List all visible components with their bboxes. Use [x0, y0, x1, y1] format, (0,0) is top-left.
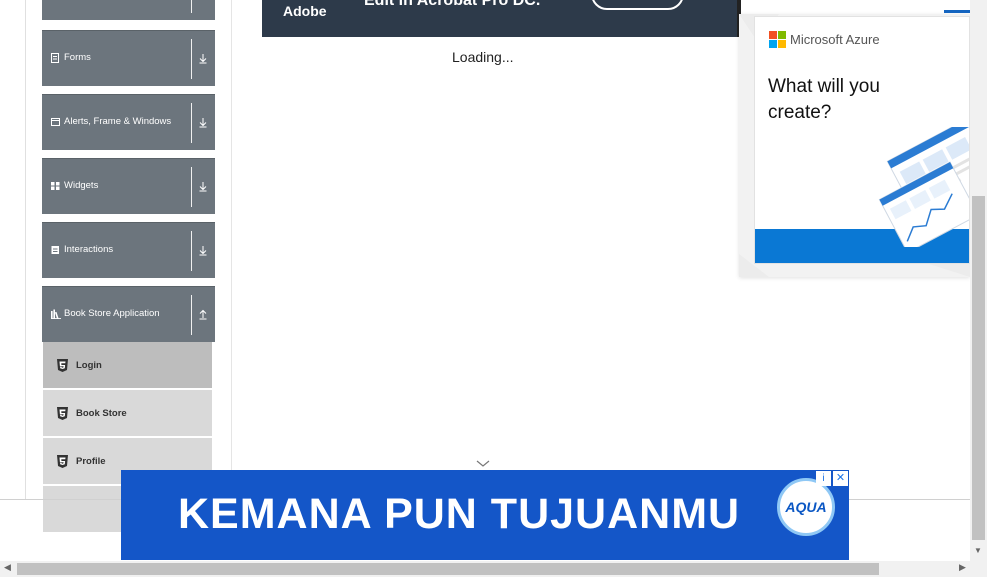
ad-close-icon[interactable]: ✕: [833, 471, 848, 486]
ad-info-icon[interactable]: i: [816, 471, 831, 486]
horizontal-scrollbar-thumb[interactable]: [17, 563, 879, 575]
interactions-icon: [51, 245, 59, 255]
sidebar-group-label: Book Store Application: [64, 308, 160, 319]
group-divider: [191, 103, 192, 143]
scroll-right-arrow-icon[interactable]: ▶: [959, 562, 966, 573]
sidebar-group-forms[interactable]: Forms: [42, 30, 215, 86]
widgets-icon: [51, 181, 60, 191]
adobe-brand: Adobe: [283, 3, 327, 19]
dashboard-illustration: [878, 127, 969, 247]
sidebar-group-label: Interactions: [64, 244, 114, 255]
aqua-logo-text: AQUA: [785, 499, 827, 515]
scroll-left-arrow-icon[interactable]: ◀: [4, 562, 11, 573]
sidebar-group-widgets[interactable]: Widgets: [42, 158, 215, 214]
sidebar-group-alerts[interactable]: Alerts, Frame & Windows: [42, 94, 215, 150]
adobe-ad-banner[interactable]: Adobe Edit in Acrobat Pro DC.: [262, 0, 737, 37]
group-divider: [191, 231, 192, 271]
sidebar-group-interactions[interactable]: Interactions: [42, 222, 215, 278]
sidebar-group-label: Alerts, Frame & Windows: [64, 116, 172, 127]
html5-icon: [57, 455, 68, 468]
html5-icon: [57, 359, 68, 372]
group-divider: [191, 295, 192, 335]
adobe-headline: Edit in Acrobat Pro DC.: [364, 0, 541, 9]
expand-arrow-icon[interactable]: [197, 179, 209, 193]
sidebar-group-book-store[interactable]: Book Store Application: [42, 286, 215, 342]
group-divider: [191, 0, 192, 13]
form-icon: [51, 53, 59, 63]
microsoft-logo-icon: [769, 31, 786, 48]
adobe-cta-button[interactable]: [591, 0, 684, 10]
window-icon: [51, 117, 60, 127]
group-divider: [191, 39, 192, 79]
aqua-logo: AQUA: [777, 478, 835, 536]
loading-text: Loading...: [452, 49, 514, 65]
book-icon: [51, 309, 61, 320]
page-viewport: Forms Alerts, Frame & Windows Widgets In…: [0, 0, 970, 561]
scroll-down-arrow-icon[interactable]: ▼: [974, 546, 982, 555]
azure-ad-card[interactable]: Microsoft Azure What will you create?: [754, 16, 970, 264]
expand-arrow-icon[interactable]: [197, 115, 209, 129]
sidebar-item-label: Book Store: [76, 408, 127, 419]
azure-ad[interactable]: Microsoft Azure What will you create?: [739, 14, 970, 277]
azure-brand: Microsoft Azure: [790, 32, 880, 47]
collapse-arrow-icon[interactable]: [197, 307, 209, 321]
group-divider: [191, 167, 192, 207]
aqua-slogan: KEMANA PUN TUJUANMU: [178, 490, 741, 538]
sidebar-divider: [231, 0, 232, 500]
left-divider: [25, 0, 26, 500]
sidebar-item-book-store[interactable]: Book Store: [43, 390, 212, 437]
expand-arrow-icon[interactable]: [197, 243, 209, 257]
sidebar-group-label: Widgets: [64, 180, 99, 191]
aqua-ad-banner[interactable]: KEMANA PUN TUJUANMU AQUA i ✕: [121, 470, 849, 560]
sidebar-item-label: Profile: [76, 456, 106, 467]
sidebar-group-label: Forms: [64, 52, 91, 63]
azure-tagline: What will you create?: [768, 76, 880, 123]
chevron-down-icon[interactable]: [476, 455, 490, 467]
horizontal-scrollbar[interactable]: ◀ ▶: [0, 561, 987, 577]
vertical-scrollbar-thumb[interactable]: [972, 196, 985, 540]
sidebar-item-login[interactable]: Login: [43, 342, 212, 389]
expand-arrow-icon[interactable]: [197, 51, 209, 65]
ad-edge: [944, 10, 970, 13]
sidebar-item-label: Login: [76, 360, 102, 371]
html5-icon: [57, 407, 68, 420]
sidebar-group-elements[interactable]: [42, 0, 215, 20]
vertical-scrollbar[interactable]: ▼: [970, 0, 987, 561]
